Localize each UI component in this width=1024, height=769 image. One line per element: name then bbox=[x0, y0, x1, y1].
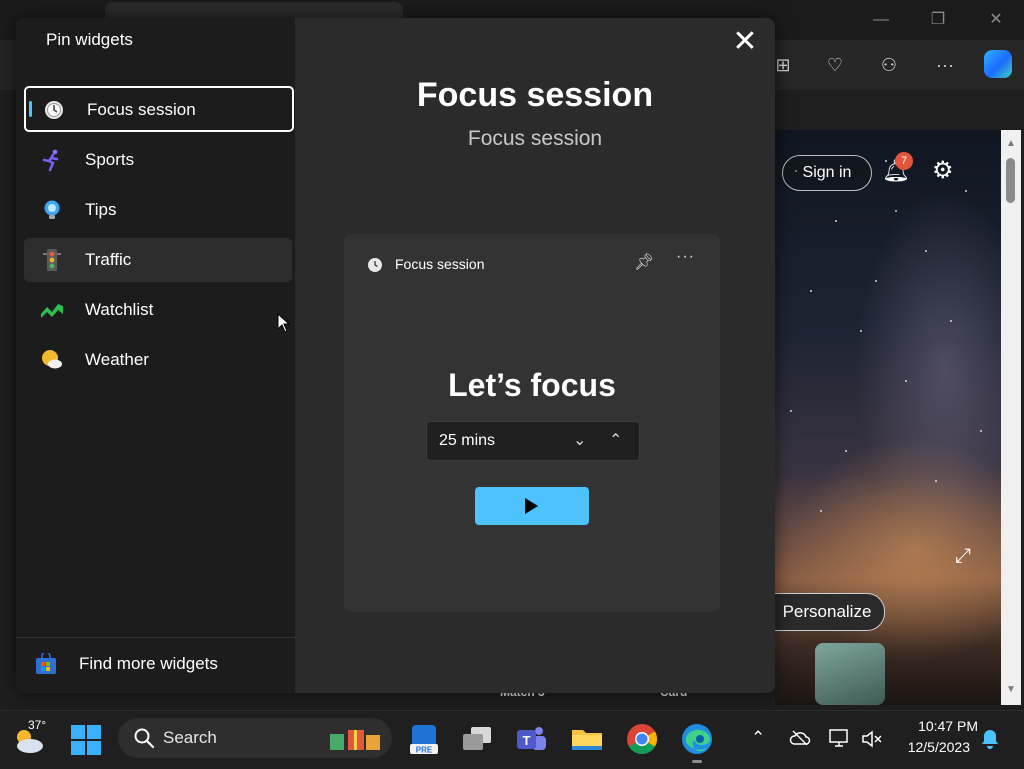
personalize-button[interactable]: Personalize bbox=[770, 593, 885, 631]
find-more-label: Find more widgets bbox=[79, 654, 218, 673]
chrome-icon[interactable] bbox=[625, 722, 659, 756]
copilot-icon[interactable] bbox=[984, 50, 1012, 78]
close-window-icon[interactable]: ✕ bbox=[981, 8, 1011, 32]
start-focus-button[interactable] bbox=[475, 487, 589, 525]
widget-card-title: Focus session bbox=[395, 256, 485, 272]
widget-item-label: Traffic bbox=[85, 250, 132, 269]
store-icon bbox=[36, 653, 56, 674]
scrollbar[interactable] bbox=[1001, 130, 1021, 705]
widget-item-focus-session[interactable]: Focus session bbox=[24, 86, 294, 132]
widget-item-tips[interactable]: Tips bbox=[24, 188, 292, 232]
find-more-widgets-button[interactable]: Find more widgets bbox=[16, 638, 295, 693]
stock-chart-icon bbox=[41, 304, 63, 318]
chevron-up-icon[interactable]: ⌃ bbox=[751, 728, 765, 748]
network-icon[interactable] bbox=[829, 728, 851, 748]
widget-item-label: Watchlist bbox=[85, 300, 154, 319]
clock-icon bbox=[368, 258, 382, 272]
search-icon bbox=[134, 728, 155, 749]
clock-date[interactable]: 12/5/2023 bbox=[896, 739, 970, 755]
teams-letter: T bbox=[523, 733, 531, 748]
task-view-icon[interactable] bbox=[460, 722, 494, 756]
edge-icon[interactable] bbox=[680, 722, 714, 756]
focus-heading: Let’s focus bbox=[448, 367, 616, 403]
scroll-down-arrow[interactable]: ▼ bbox=[1004, 684, 1018, 695]
pin-widgets-dialog: Pin widgets Focus session Sports Tips Tr… bbox=[16, 18, 775, 693]
sun-cloud-icon bbox=[42, 350, 62, 369]
temperature: 37° bbox=[28, 718, 47, 732]
collections-icon[interactable]: ⚇ bbox=[876, 52, 902, 78]
search-label: Search bbox=[163, 728, 217, 747]
outlook-pre-icon[interactable]: PRE bbox=[407, 722, 441, 756]
scroll-thumb[interactable] bbox=[1006, 158, 1015, 203]
chevron-up-icon[interactable]: ⌃ bbox=[609, 430, 622, 450]
widget-item-traffic[interactable]: Traffic bbox=[24, 238, 292, 282]
more-icon[interactable]: ··· bbox=[676, 248, 695, 266]
widget-item-sports[interactable]: Sports bbox=[24, 138, 292, 182]
mouse-cursor-icon bbox=[277, 313, 291, 333]
onedrive-icon[interactable] bbox=[789, 729, 811, 747]
volume-muted-icon[interactable] bbox=[861, 729, 883, 749]
dialog-title: Pin widgets bbox=[46, 30, 133, 49]
restore-icon[interactable]: ❐ bbox=[923, 8, 953, 32]
minimize-icon[interactable]: — bbox=[866, 8, 896, 32]
windows-start-icon[interactable] bbox=[71, 725, 101, 755]
widget-item-label: Weather bbox=[85, 350, 149, 369]
widget-item-label: Sports bbox=[85, 150, 135, 169]
chevron-down-icon[interactable]: ⌄ bbox=[573, 430, 586, 450]
widget-list-pane: Pin widgets Focus session Sports Tips Tr… bbox=[16, 18, 295, 693]
gear-icon[interactable]: ⚙ bbox=[932, 156, 954, 185]
focus-session-widget-card: Focus session 📌︎ ··· Let’s focus 25 mins… bbox=[344, 234, 720, 612]
play-icon bbox=[525, 498, 538, 514]
teams-icon[interactable]: T bbox=[514, 722, 548, 756]
duration-value: 25 mins bbox=[439, 432, 496, 449]
widget-item-weather[interactable]: Weather bbox=[24, 338, 292, 382]
clock-time[interactable]: 10:47 PM bbox=[896, 718, 978, 734]
notification-bell-icon[interactable] bbox=[980, 728, 1000, 750]
scroll-up-arrow[interactable]: ▲ bbox=[1004, 138, 1018, 149]
gift-highlight-icon bbox=[330, 730, 380, 750]
sign-in-button[interactable]: Sign in bbox=[782, 155, 872, 191]
expand-icon[interactable]: ⤢ bbox=[955, 545, 971, 568]
duration-stepper[interactable]: 25 mins ⌄ ⌃ bbox=[426, 421, 640, 461]
active-app-indicator bbox=[692, 760, 702, 763]
pin-icon[interactable]: 📌︎ bbox=[634, 252, 654, 272]
close-icon[interactable]: ✕ bbox=[730, 27, 760, 57]
widget-item-watchlist[interactable]: Watchlist bbox=[24, 288, 292, 332]
lightbulb-icon bbox=[44, 200, 60, 219]
selection-indicator bbox=[29, 101, 32, 117]
clock-icon bbox=[45, 101, 63, 119]
widget-item-label: Tips bbox=[85, 200, 117, 219]
file-explorer-icon[interactable] bbox=[570, 722, 604, 756]
traffic-light-icon bbox=[43, 249, 61, 271]
more-options-icon[interactable]: ··· bbox=[932, 52, 958, 78]
preview-subtitle: Focus session bbox=[467, 127, 603, 150]
runner-icon bbox=[42, 149, 59, 172]
preview-title: Focus session bbox=[416, 76, 654, 114]
pre-badge: PRE bbox=[416, 746, 433, 755]
feed-card-thumbnail[interactable] bbox=[815, 643, 885, 705]
notification-badge: 7 bbox=[895, 152, 913, 170]
health-icon[interactable]: ♡ bbox=[822, 52, 848, 78]
widget-item-label: Focus session bbox=[87, 100, 196, 119]
